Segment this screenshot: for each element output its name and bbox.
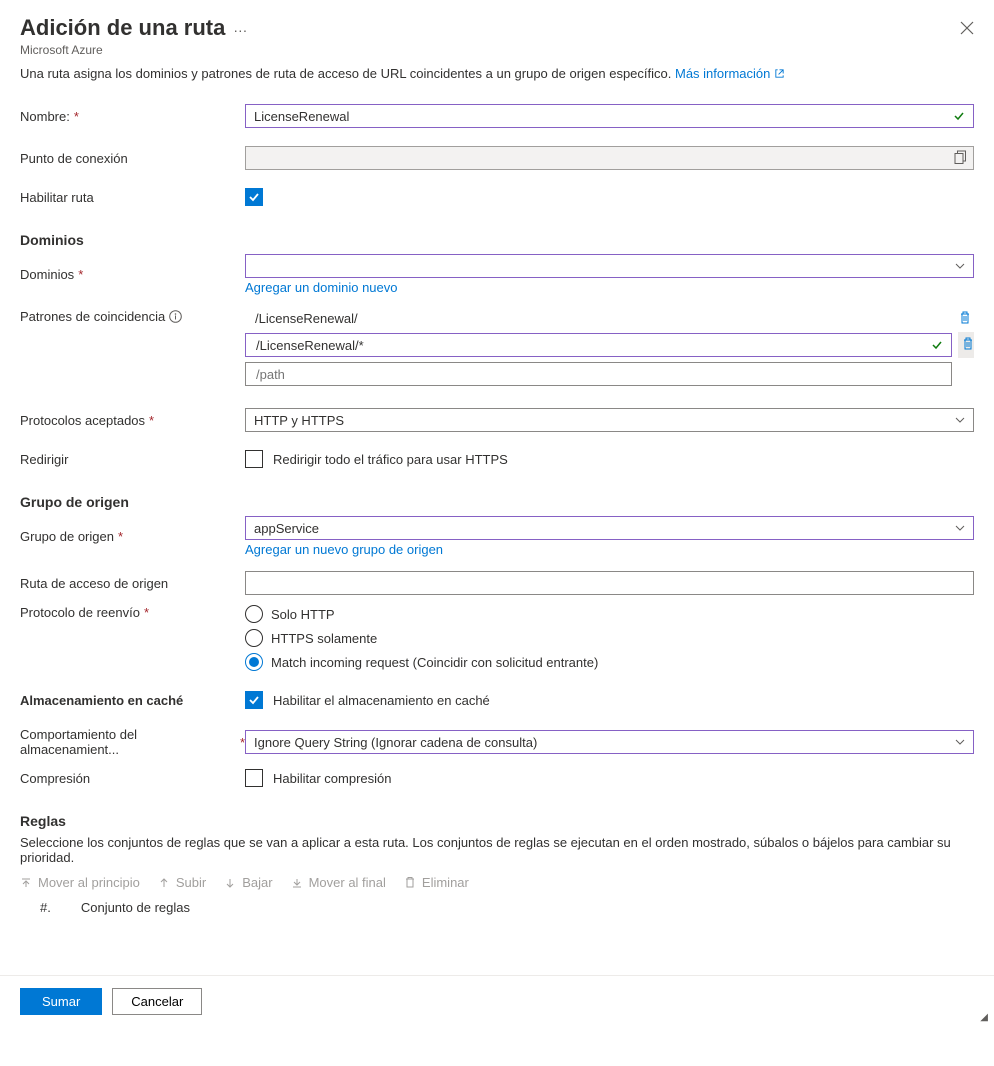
intro-text: Una ruta asigna los dominios y patrones … (20, 62, 974, 104)
arrow-top-icon (20, 877, 32, 889)
radio-https-only[interactable]: HTTPS solamente (245, 629, 974, 647)
move-down-button[interactable]: Bajar (224, 875, 272, 890)
col-ruleset: Conjunto de reglas (81, 900, 190, 915)
radio-match-incoming[interactable]: Match incoming request (Coincidir con so… (245, 653, 974, 671)
external-link-icon (774, 67, 785, 82)
name-input[interactable]: LicenseRenewal (245, 104, 974, 128)
protocols-select[interactable]: HTTP y HTTPS (245, 408, 974, 432)
redirect-checkbox-label: Redirigir todo el tráfico para usar HTTP… (273, 452, 508, 467)
add-domain-link[interactable]: Agregar un dominio nuevo (245, 280, 974, 295)
origin-section-title: Grupo de origen (20, 494, 974, 510)
forward-protocol-label: Protocolo de reenvío * (20, 605, 245, 620)
move-top-button[interactable]: Mover al principio (20, 875, 140, 890)
learn-more-link[interactable]: Más información (675, 66, 785, 81)
cache-label: Almacenamiento en caché (20, 693, 245, 708)
pattern-editable-input[interactable]: /LicenseRenewal/* (245, 333, 952, 357)
panel-header: Adición de una ruta ··· Microsoft Azure (0, 0, 994, 62)
origin-path-input[interactable] (245, 571, 974, 595)
add-button[interactable]: Sumar (20, 988, 102, 1015)
rules-toolbar: Mover al principio Subir Bajar Mover al … (20, 875, 974, 890)
arrow-up-icon (158, 877, 170, 889)
rules-table-header: #. Conjunto de reglas (20, 900, 974, 915)
cache-behavior-select[interactable]: Ignore Query String (Ignorar cadena de c… (245, 730, 974, 754)
compression-checkbox-label: Habilitar compresión (273, 771, 392, 786)
page-title: Adición de una ruta (20, 15, 225, 41)
cancel-button[interactable]: Cancelar (112, 988, 202, 1015)
name-label: Nombre: * (20, 109, 245, 124)
trash-icon (404, 876, 416, 889)
chevron-down-icon (955, 261, 965, 271)
radio-http-only[interactable]: Solo HTTP (245, 605, 974, 623)
compression-label: Compresión (20, 771, 245, 786)
chevron-down-icon (955, 415, 965, 425)
resize-corner-icon: ◢ (980, 1012, 988, 1023)
col-number: #. (40, 900, 51, 915)
enable-route-label: Habilitar ruta (20, 190, 245, 205)
cache-behavior-label: Comportamiento del almacenamient... * (20, 727, 245, 757)
copy-icon[interactable] (954, 150, 967, 167)
info-icon[interactable] (169, 310, 182, 323)
move-end-button[interactable]: Mover al final (291, 875, 386, 890)
checkmark-icon (931, 339, 943, 351)
endpoint-label: Punto de conexión (20, 151, 245, 166)
add-origin-group-link[interactable]: Agregar un nuevo grupo de origen (245, 542, 974, 557)
redirect-checkbox[interactable] (245, 450, 263, 468)
more-icon[interactable]: ··· (233, 22, 247, 38)
origin-group-select[interactable]: appService (245, 516, 974, 540)
checkmark-icon (953, 110, 965, 122)
chevron-down-icon (955, 737, 965, 747)
rules-description: Seleccione los conjuntos de reglas que s… (20, 835, 974, 865)
origin-group-label: Grupo de origen * (20, 529, 245, 544)
footer: Sumar Cancelar ◢ (0, 975, 994, 1027)
pattern-new-input[interactable] (245, 362, 952, 386)
delete-pattern-icon[interactable] (958, 310, 974, 328)
domains-select[interactable] (245, 254, 974, 278)
close-icon[interactable] (960, 21, 974, 39)
domains-label: Dominios * (20, 267, 245, 282)
protocols-label: Protocolos aceptados * (20, 413, 245, 428)
pattern-readonly: /LicenseRenewal/ (245, 309, 952, 328)
domains-section-title: Dominios (20, 232, 974, 248)
arrow-down-icon (224, 877, 236, 889)
redirect-label: Redirigir (20, 452, 245, 467)
endpoint-field (245, 146, 974, 170)
patterns-label: Patrones de coincidencia (20, 309, 245, 324)
enable-route-checkbox[interactable] (245, 188, 263, 206)
origin-path-label: Ruta de acceso de origen (20, 576, 245, 591)
compression-checkbox[interactable] (245, 769, 263, 787)
delete-pattern-icon[interactable] (958, 332, 974, 358)
delete-rule-button[interactable]: Eliminar (404, 875, 469, 890)
enable-cache-checkbox[interactable] (245, 691, 263, 709)
page-subtitle: Microsoft Azure (20, 41, 247, 57)
rules-section-title: Reglas (20, 813, 974, 829)
move-up-button[interactable]: Subir (158, 875, 206, 890)
chevron-down-icon (955, 523, 965, 533)
enable-cache-label: Habilitar el almacenamiento en caché (273, 693, 490, 708)
arrow-bottom-icon (291, 877, 303, 889)
